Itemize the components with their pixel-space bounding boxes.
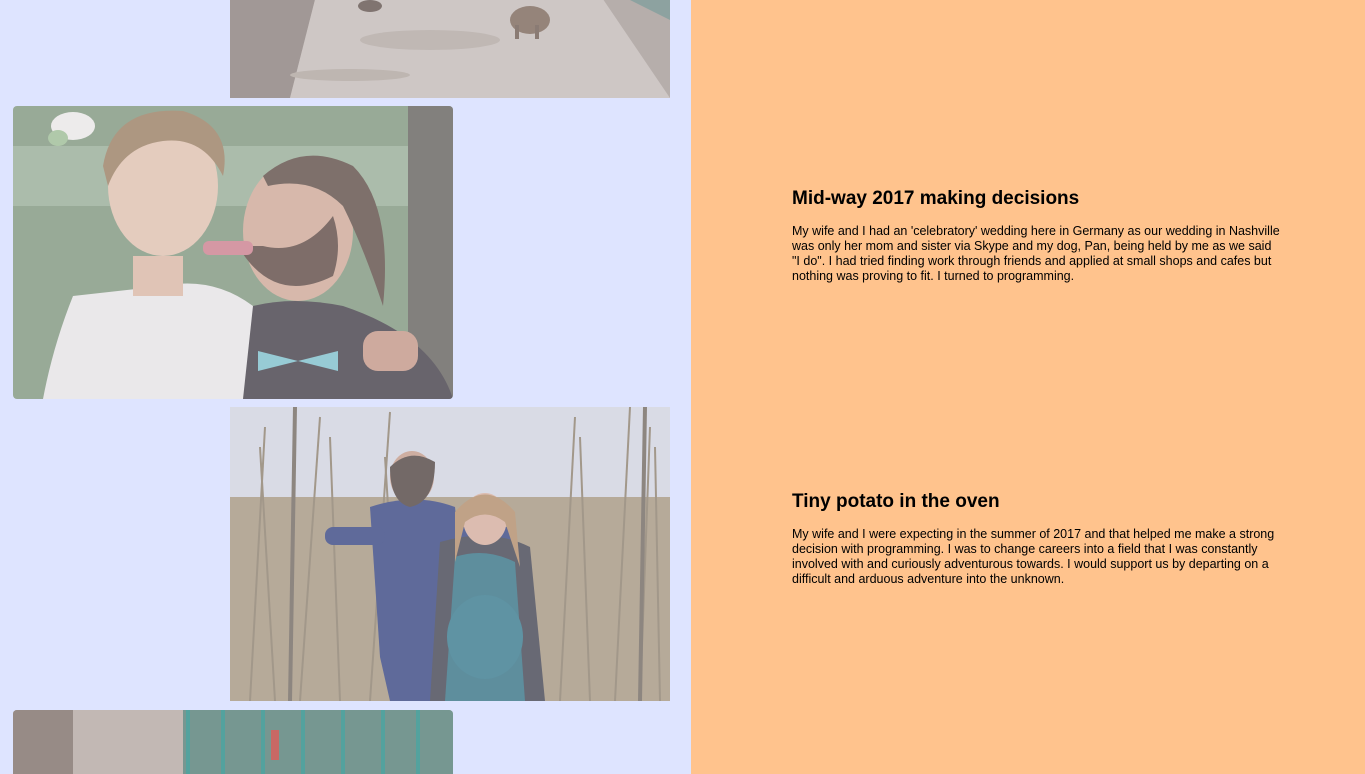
park-path-photo (230, 0, 670, 98)
timeline-entry: Mid-way 2017 making decisions My wife an… (792, 188, 1280, 284)
story-text-column: Mid-way 2017 making decisions My wife an… (691, 0, 1365, 774)
entry-body: My wife and I were expecting in the summ… (792, 527, 1275, 586)
entry-title: Mid-way 2017 making decisions (792, 188, 1080, 209)
entry-title: Tiny potato in the oven (792, 491, 1000, 512)
timeline-entry: Tiny potato in the oven My wife and I we… (792, 491, 1280, 587)
fence-path-photo (13, 710, 453, 774)
wedding-couple-photo (13, 106, 453, 399)
photo-column (0, 0, 691, 774)
entry-body: My wife and I had an 'celebratory' weddi… (792, 224, 1280, 283)
reeds-couple-photo (230, 407, 670, 701)
story-page: Mid-way 2017 making decisions My wife an… (0, 0, 1365, 774)
